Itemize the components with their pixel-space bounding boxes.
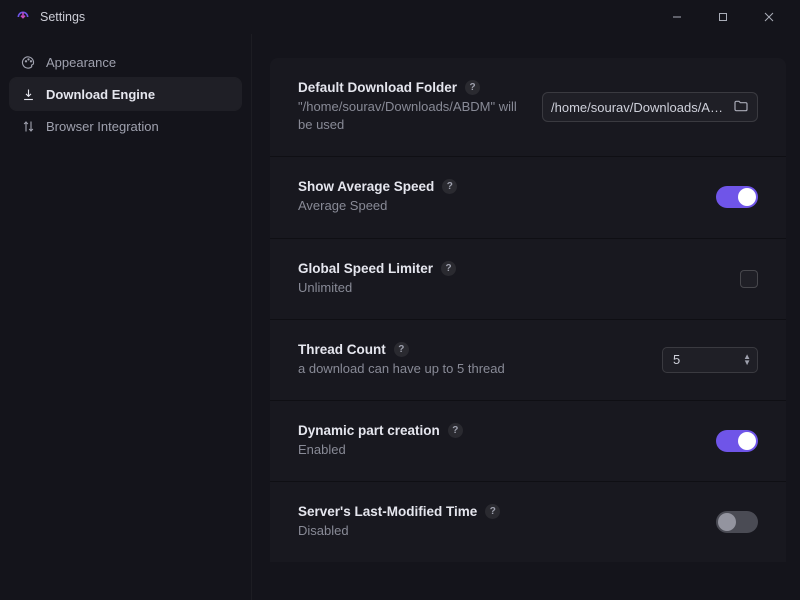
setting-row-thread-count: Thread Count ? a download can have up to… xyxy=(270,320,786,401)
palette-icon xyxy=(20,54,36,70)
window-minimize-button[interactable] xyxy=(654,0,700,34)
integration-icon xyxy=(20,118,36,134)
setting-desc: a download can have up to 5 thread xyxy=(298,360,646,378)
setting-desc: Average Speed xyxy=(298,197,700,215)
sidebar-item-label: Appearance xyxy=(46,55,116,70)
settings-content[interactable]: Default Download Folder ? "/home/sourav/… xyxy=(252,34,800,600)
settings-sidebar: Appearance Download Engine Browser Integ… xyxy=(0,34,252,600)
sidebar-item-download-engine[interactable]: Download Engine xyxy=(10,78,241,110)
setting-title: Show Average Speed xyxy=(298,179,434,194)
window-close-button[interactable] xyxy=(746,0,792,34)
show-average-speed-toggle[interactable] xyxy=(716,186,758,208)
setting-row-server-last-modified: Server's Last-Modified Time ? Disabled xyxy=(270,482,786,562)
setting-title: Default Download Folder xyxy=(298,80,457,95)
help-icon[interactable]: ? xyxy=(485,504,500,519)
help-icon[interactable]: ? xyxy=(442,179,457,194)
setting-title: Server's Last-Modified Time xyxy=(298,504,477,519)
setting-desc: Unlimited xyxy=(298,279,724,297)
setting-row-default-download-folder: Default Download Folder ? "/home/sourav/… xyxy=(270,58,786,157)
app-icon xyxy=(14,8,32,26)
window-title: Settings xyxy=(40,10,85,24)
download-icon xyxy=(20,86,36,102)
folder-icon[interactable] xyxy=(733,98,749,117)
setting-desc: Disabled xyxy=(298,522,700,540)
settings-panel: Default Download Folder ? "/home/sourav/… xyxy=(270,58,786,562)
sidebar-item-label: Browser Integration xyxy=(46,119,159,134)
setting-title: Global Speed Limiter xyxy=(298,261,433,276)
setting-row-show-average-speed: Show Average Speed ? Average Speed xyxy=(270,157,786,238)
titlebar: Settings xyxy=(0,0,800,34)
dynamic-part-creation-toggle[interactable] xyxy=(716,430,758,452)
help-icon[interactable]: ? xyxy=(448,423,463,438)
setting-title: Thread Count xyxy=(298,342,386,357)
sidebar-item-browser-integration[interactable]: Browser Integration xyxy=(10,110,241,142)
thread-count-stepper[interactable]: 5 ▲▼ xyxy=(662,347,758,373)
setting-desc: Enabled xyxy=(298,441,700,459)
sidebar-item-label: Download Engine xyxy=(46,87,155,102)
stepper-arrows-icon[interactable]: ▲▼ xyxy=(743,354,751,366)
setting-row-global-speed-limiter: Global Speed Limiter ? Unlimited xyxy=(270,239,786,320)
setting-row-dynamic-part-creation: Dynamic part creation ? Enabled xyxy=(270,401,786,482)
window-maximize-button[interactable] xyxy=(700,0,746,34)
setting-title: Dynamic part creation xyxy=(298,423,440,438)
download-folder-input[interactable] xyxy=(551,100,727,115)
help-icon[interactable]: ? xyxy=(441,261,456,276)
global-speed-limiter-checkbox[interactable] xyxy=(740,270,758,288)
server-last-modified-toggle[interactable] xyxy=(716,511,758,533)
download-folder-field[interactable] xyxy=(542,92,758,122)
sidebar-item-appearance[interactable]: Appearance xyxy=(10,46,241,78)
help-icon[interactable]: ? xyxy=(394,342,409,357)
thread-count-value: 5 xyxy=(673,352,743,367)
help-icon[interactable]: ? xyxy=(465,80,480,95)
setting-desc: "/home/sourav/Downloads/ABDM" will be us… xyxy=(298,98,526,134)
